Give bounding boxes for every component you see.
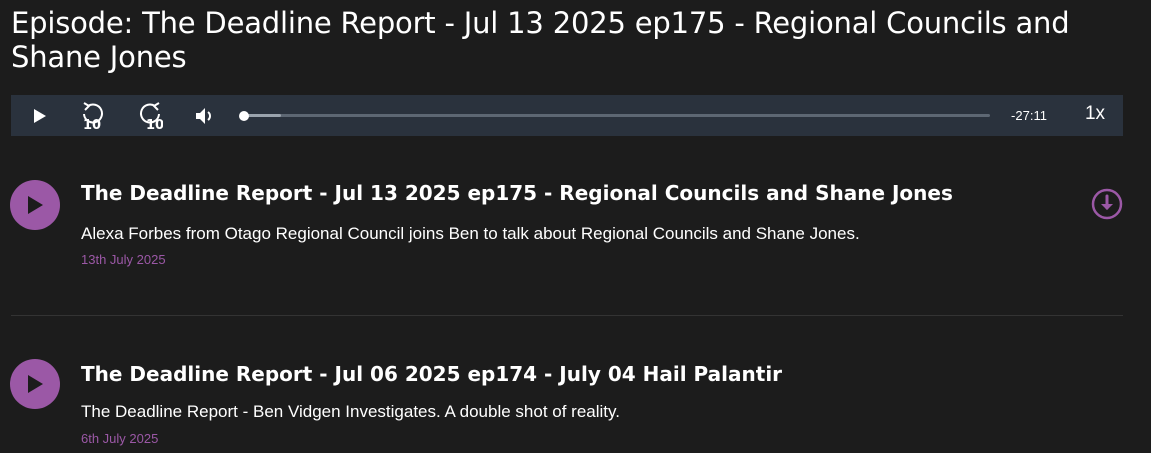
- forward-10-icon: 10: [140, 101, 163, 130]
- play-icon: [28, 375, 43, 393]
- volume-button[interactable]: [194, 95, 218, 136]
- progress-thumb[interactable]: [239, 110, 249, 121]
- divider: [11, 315, 1123, 316]
- forward-10-button[interactable]: 10: [136, 95, 164, 136]
- episode-date: 6th July 2025: [81, 431, 159, 446]
- episode-title[interactable]: The Deadline Report - Jul 06 2025 ep174 …: [81, 362, 782, 386]
- page-title: Episode: The Deadline Report - Jul 13 20…: [11, 6, 1070, 74]
- time-remaining: -27:11: [1011, 108, 1047, 123]
- play-button[interactable]: [29, 95, 51, 136]
- play-icon: [28, 196, 43, 214]
- download-icon: [1091, 188, 1123, 220]
- play-icon: [34, 108, 46, 123]
- rewind-10-icon: 10: [83, 101, 103, 130]
- buffered-bar: [244, 114, 282, 117]
- episode-description: The Deadline Report - Ben Vidgen Investi…: [81, 402, 620, 421]
- svg-text:10: 10: [146, 118, 163, 130]
- svg-text:10: 10: [83, 118, 101, 130]
- episode-description: Alexa Forbes from Otago Regional Council…: [81, 224, 860, 243]
- episode-title[interactable]: The Deadline Report - Jul 13 2025 ep175 …: [81, 181, 953, 205]
- playback-speed-button[interactable]: 1x: [1082, 103, 1108, 125]
- volume-icon: [196, 107, 211, 124]
- episode-play-button[interactable]: [10, 359, 60, 409]
- progress-slider[interactable]: [239, 110, 990, 121]
- audio-player: 10 10 -27:11 1x: [11, 95, 1123, 136]
- download-button[interactable]: [1091, 188, 1123, 220]
- episode-date: 13th July 2025: [81, 252, 166, 267]
- episode-play-button[interactable]: [10, 180, 60, 230]
- rewind-10-button[interactable]: 10: [79, 95, 107, 136]
